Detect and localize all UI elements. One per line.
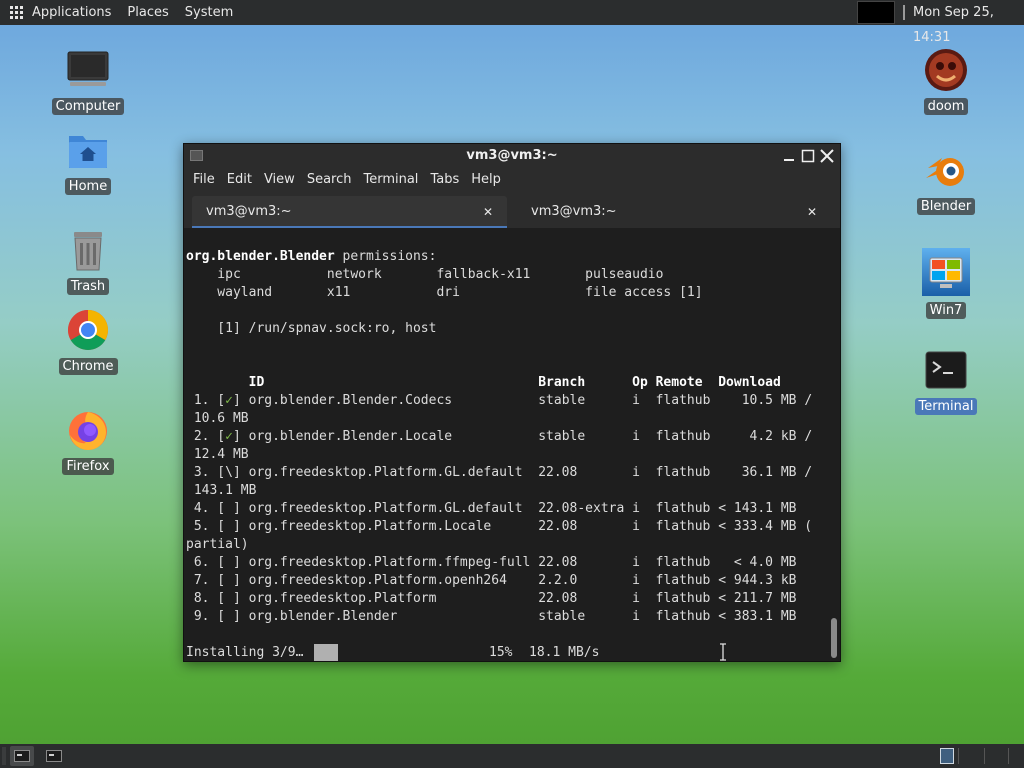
top-panel: Applications Places System Mon Sep 25, 1…	[0, 0, 1024, 45]
status-text: Installing 3/9…	[186, 645, 304, 660]
places-menu[interactable]: Places	[119, 0, 176, 25]
terminal-line: 6. [ ] org.freedesktop.Platform.ffmpeg-f…	[186, 555, 797, 570]
terminal-line: 10.6 MB	[186, 411, 249, 426]
system-menu[interactable]: System	[177, 0, 241, 25]
terminal-icon	[14, 750, 30, 762]
terminal-icon	[46, 750, 62, 762]
desktop-icon-label: doom	[923, 98, 969, 115]
menu-terminal[interactable]: Terminal	[357, 168, 424, 192]
menu-tabs[interactable]: Tabs	[424, 168, 465, 192]
desktop-icon-label: Blender	[916, 198, 976, 215]
panel-separator	[903, 5, 905, 20]
mouse-text-cursor-icon	[719, 643, 727, 661]
terminal-line: ipc network fallback-x11 pulseaudio	[186, 267, 664, 282]
terminal-line: 143.1 MB	[186, 483, 257, 498]
applications-menu[interactable]: Applications	[0, 0, 119, 25]
tab-bar: vm3@vm3:~ ✕ vm3@vm3:~ ✕	[184, 192, 840, 228]
desktop-icon-terminal[interactable]: Terminal	[901, 348, 991, 415]
menu-view[interactable]: View	[258, 168, 301, 192]
desktop-icon-doom[interactable]: doom	[901, 48, 991, 115]
check-mark-icon: ✓	[225, 429, 233, 444]
workspace-1[interactable]	[940, 748, 954, 764]
terminal-line: ID Branch Op Remote Download	[186, 375, 781, 390]
terminal-line: 3. [\] org.freedesktop.Platform.GL.defau…	[186, 465, 813, 480]
terminal-line: org.blender.Blender permissions:	[186, 248, 436, 266]
desktop-icon-blender[interactable]: Blender	[901, 148, 991, 215]
bottom-panel	[0, 744, 1024, 768]
workspace-2[interactable]	[958, 748, 982, 764]
desktop-icon-label: Chrome	[58, 358, 118, 375]
terminal-line: 12.4 MB	[186, 447, 249, 462]
tab-close-icon[interactable]: ✕	[807, 198, 817, 226]
terminal-line: 2. [✓] org.blender.Blender.Locale stable…	[186, 429, 813, 444]
show-desktop-button[interactable]	[2, 747, 6, 765]
terminal-line: 4. [ ] org.freedesktop.Platform.GL.defau…	[186, 501, 797, 516]
taskbar-terminal-2[interactable]	[42, 746, 66, 766]
window-title: vm3@vm3:~	[466, 148, 558, 163]
applications-menu-label: Applications	[32, 5, 112, 20]
desktop-icon-label: Win7	[925, 302, 967, 319]
desktop-icon-label: Computer	[51, 98, 125, 115]
desktop-icon-label: Home	[64, 178, 112, 195]
desktop-icon-label: Firefox	[62, 458, 114, 475]
desktop-icon-computer[interactable]: Computer	[43, 48, 133, 115]
desktop-icon-trash[interactable]: Trash	[43, 228, 133, 295]
terminal-line: 7. [ ] org.freedesktop.Platform.openh264…	[186, 573, 797, 588]
tab-1[interactable]: vm3@vm3:~ ✕	[192, 196, 507, 228]
terminal-text: permissions:	[334, 249, 437, 264]
terminal-window[interactable]: vm3@vm3:~ File Edit View Search Terminal…	[183, 143, 841, 662]
terminal-line: partial)	[186, 537, 249, 552]
terminal-app-id: org.blender.Blender	[186, 249, 335, 264]
clock[interactable]: Mon Sep 25, 14:31	[913, 0, 1024, 45]
apps-grid-icon	[10, 6, 23, 19]
workspace-4[interactable]	[1008, 748, 1024, 764]
tab-label: vm3@vm3:~	[206, 204, 292, 219]
desktop-icon-label: Trash	[66, 278, 110, 295]
desktop-icon-firefox[interactable]: Firefox	[43, 408, 133, 475]
close-button[interactable]	[818, 146, 836, 166]
home-folder-icon	[66, 128, 110, 172]
desktop-icon-chrome[interactable]: Chrome	[43, 308, 133, 375]
download-speed: 18.1 MB/s	[529, 645, 600, 660]
terminal-output[interactable]: org.blender.Blender permissions: ipc net…	[184, 228, 840, 661]
terminal-line: wayland x11 dri file access [1]	[186, 285, 703, 300]
terminal-line: [1] /run/spnav.sock:ro, host	[186, 321, 437, 336]
maximize-button[interactable]	[799, 146, 817, 166]
doom-icon	[924, 48, 968, 92]
progress-percent: 15%	[489, 645, 513, 660]
terminal-line: 9. [ ] org.blender.Blender stable i flat…	[186, 609, 797, 624]
system-menu-label: System	[184, 5, 234, 20]
firefox-icon	[66, 408, 110, 452]
check-mark-icon: ✓	[225, 393, 233, 408]
menu-search[interactable]: Search	[301, 168, 358, 192]
minimize-button[interactable]	[780, 146, 798, 166]
terminal-line: 8. [ ] org.freedesktop.Platform 22.08 i …	[186, 591, 797, 606]
blender-icon	[924, 148, 968, 192]
window-titlebar[interactable]: vm3@vm3:~	[184, 144, 840, 168]
desktop-icon-home[interactable]: Home	[43, 128, 133, 195]
tab-2[interactable]: vm3@vm3:~ ✕	[517, 196, 830, 228]
win7-icon	[922, 248, 970, 296]
menubar: File Edit View Search Terminal Tabs Help	[184, 168, 840, 192]
trash-icon	[66, 228, 110, 272]
chrome-icon	[66, 308, 110, 352]
places-menu-label: Places	[127, 5, 169, 20]
terminal-line: 5. [ ] org.freedesktop.Platform.Locale 2…	[186, 519, 813, 534]
progress-bar	[314, 644, 338, 661]
desktop-icon-label: Terminal	[914, 398, 978, 415]
workspace-3[interactable]	[984, 748, 1008, 764]
desktop-icon-win7[interactable]: Win7	[901, 248, 991, 319]
panel-applet[interactable]	[857, 1, 895, 24]
menu-help[interactable]: Help	[465, 168, 507, 192]
terminal-icon	[924, 348, 968, 392]
menu-file[interactable]: File	[187, 168, 221, 192]
menu-edit[interactable]: Edit	[221, 168, 258, 192]
tab-close-icon[interactable]: ✕	[483, 198, 493, 226]
taskbar-terminal-1[interactable]	[10, 746, 34, 766]
scrollbar[interactable]	[831, 618, 837, 658]
terminal-line: 1. [✓] org.blender.Blender.Codecs stable…	[186, 393, 813, 408]
tab-label: vm3@vm3:~	[531, 204, 617, 219]
computer-icon	[66, 48, 110, 92]
